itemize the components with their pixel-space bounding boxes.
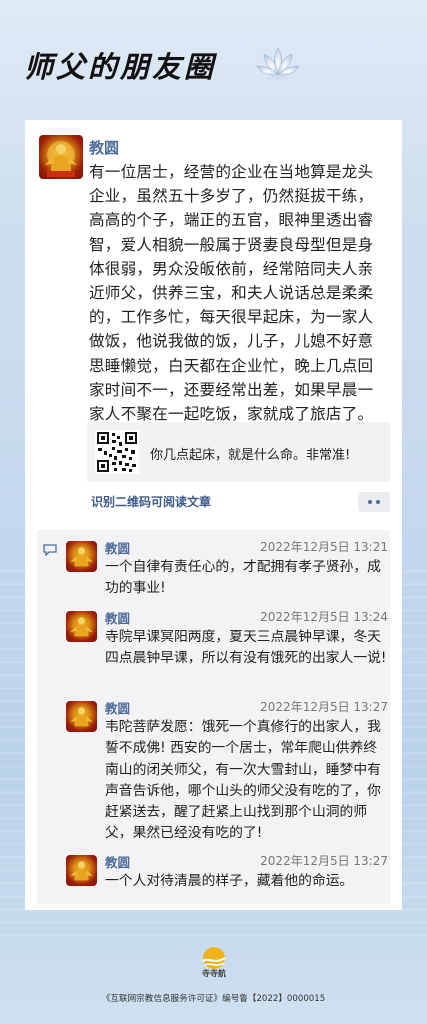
more-dots-icon [376, 500, 380, 504]
comments-section: 教圆 2022年12月5日 13:21 一个自律有责任心的，才配拥有孝子贤孙，成… [37, 530, 390, 904]
buddha-avatar-icon [45, 141, 77, 177]
comment-author[interactable]: 教圆 [105, 698, 130, 717]
comment-item[interactable]: 教圆 2022年12月5日 13:27 一个人对待清晨的样子，藏着他的命运。 [63, 852, 388, 900]
avatar[interactable] [66, 701, 97, 732]
post-text: 有一位居士，经营的企业在当地算是龙头企业，虽然五十多岁了，仍然挺拔干练，高高的个… [89, 163, 374, 424]
buddha-avatar-icon [70, 707, 93, 727]
comment-author[interactable]: 教圆 [105, 608, 130, 627]
comment-item[interactable]: 教圆 2022年12月5日 13:24 寺院早课冥阳两度，夏天三点晨钟早课，冬天… [63, 608, 388, 696]
avatar[interactable] [66, 855, 97, 886]
comment-time: 2022年12月5日 13:27 [260, 700, 388, 714]
avatar[interactable] [39, 135, 83, 179]
page-title: 师父的朋友圈 [24, 50, 217, 84]
comment-author[interactable]: 教圆 [105, 852, 130, 871]
shared-article-title: 你几点起床，就是什么命。非常准! [150, 448, 351, 463]
header: 师父的朋友圈 [0, 0, 427, 120]
buddha-avatar-icon [70, 861, 93, 881]
comment-item[interactable]: 教圆 2022年12月5日 13:21 一个自律有责任心的，才配拥有孝子贤孙，成… [63, 538, 388, 604]
comment-text: 韦陀菩萨发愿：饿死一个真修行的出家人，我誓不成佛! 西安的一个居士，常年爬山供养… [105, 719, 381, 842]
moment-card: 教圆 有一位居士，经营的企业在当地算是龙头企业，虽然五十多岁了，仍然挺拔干练，高… [25, 120, 402, 910]
qr-tip-text: 识别二维码可阅读文章 [91, 495, 212, 509]
qr-code-icon [95, 430, 139, 474]
more-options-button[interactable] [358, 492, 390, 512]
more-dots-icon [368, 500, 372, 504]
avatar[interactable] [66, 541, 97, 572]
avatar[interactable] [66, 611, 97, 642]
comment-time: 2022年12月5日 13:21 [260, 540, 388, 554]
post-author[interactable]: 教圆 [89, 137, 119, 158]
comment-icon [43, 544, 57, 556]
lotus-icon [256, 47, 300, 81]
comment-item[interactable]: 教圆 2022年12月5日 13:27 韦陀菩萨发愿：饿死一个真修行的出家人，我… [63, 698, 388, 848]
site-logo-text: 寺寺航 [202, 968, 226, 978]
comment-author[interactable]: 教圆 [105, 538, 130, 557]
license-text: 《互联网宗教信息服务许可证》编号鲁【2022】0000015 [101, 994, 326, 1004]
comment-text: 一个人对待清晨的样子，藏着他的命运。 [105, 873, 354, 889]
comment-time: 2022年12月5日 13:24 [260, 610, 388, 624]
comment-time: 2022年12月5日 13:27 [260, 854, 388, 868]
shared-article-link[interactable]: 你几点起床，就是什么命。非常准! [87, 422, 390, 482]
buddha-avatar-icon [70, 547, 93, 567]
comment-text: 一个自律有责任心的，才配拥有孝子贤孙，成功的事业! [105, 559, 381, 597]
comment-text: 寺院早课冥阳两度，夏天三点晨钟早课，冬天四点晨钟早课，所以有没有饿死的出家人一说… [105, 629, 387, 667]
buddha-avatar-icon [70, 617, 93, 637]
